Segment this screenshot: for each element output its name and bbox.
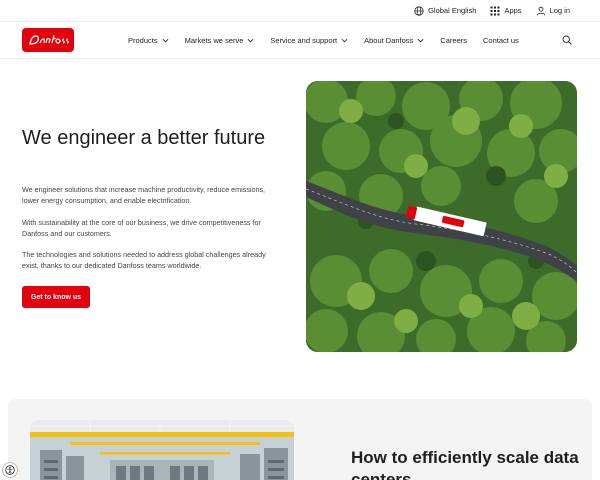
hero-title: We engineer a better future: [22, 127, 266, 149]
chevron-down-icon: [247, 38, 254, 42]
user-icon: [536, 6, 545, 15]
apps-menu[interactable]: Apps: [490, 6, 522, 16]
hero-paragraph: The technologies and solutions needed to…: [22, 250, 266, 270]
main-navigation: Products Markets we serve Service and su…: [0, 21, 600, 59]
data-center-illustration: [30, 420, 294, 480]
chevron-down-icon: [341, 38, 348, 42]
grid-icon: [490, 6, 500, 15]
login-label: Log in: [549, 6, 570, 15]
accessibility-button[interactable]: [2, 462, 18, 478]
hero-paragraph: We engineer solutions that increase mach…: [22, 185, 266, 205]
nav-item-markets[interactable]: Markets we serve: [185, 36, 255, 45]
hero-image-forest-truck: [306, 81, 577, 352]
data-center-image[interactable]: [30, 420, 294, 480]
danfoss-wordmark-icon: [29, 34, 69, 45]
get-to-know-us-button[interactable]: Get to know us: [22, 286, 90, 308]
language-label: Global English: [428, 6, 477, 15]
globe-icon: [414, 5, 424, 16]
chevron-down-icon: [417, 38, 424, 42]
login-link[interactable]: Log in: [536, 6, 570, 16]
nav-links: Products Markets we serve Service and su…: [128, 22, 519, 58]
hero-paragraph: With sustainability at the core of our b…: [22, 218, 261, 238]
nav-item-careers[interactable]: Careers: [440, 36, 467, 45]
danfoss-logo[interactable]: [22, 28, 74, 52]
forest-road-illustration: [306, 81, 577, 352]
language-selector[interactable]: Global English: [414, 5, 477, 16]
nav-item-products[interactable]: Products: [128, 36, 169, 45]
card-title: How to efficiently scale data centers: [351, 448, 579, 480]
chevron-down-icon: [162, 38, 169, 42]
accessibility-icon: [5, 465, 15, 475]
utility-bar: Global English Apps Log in: [0, 0, 600, 21]
apps-label: Apps: [504, 6, 522, 15]
nav-item-contact[interactable]: Contact us: [483, 36, 519, 45]
search-icon[interactable]: [562, 35, 572, 45]
featured-card-section: How to efficiently scale data centers: [8, 399, 592, 480]
nav-item-service-support[interactable]: Service and support: [270, 36, 348, 45]
nav-item-about[interactable]: About Danfoss: [364, 36, 424, 45]
